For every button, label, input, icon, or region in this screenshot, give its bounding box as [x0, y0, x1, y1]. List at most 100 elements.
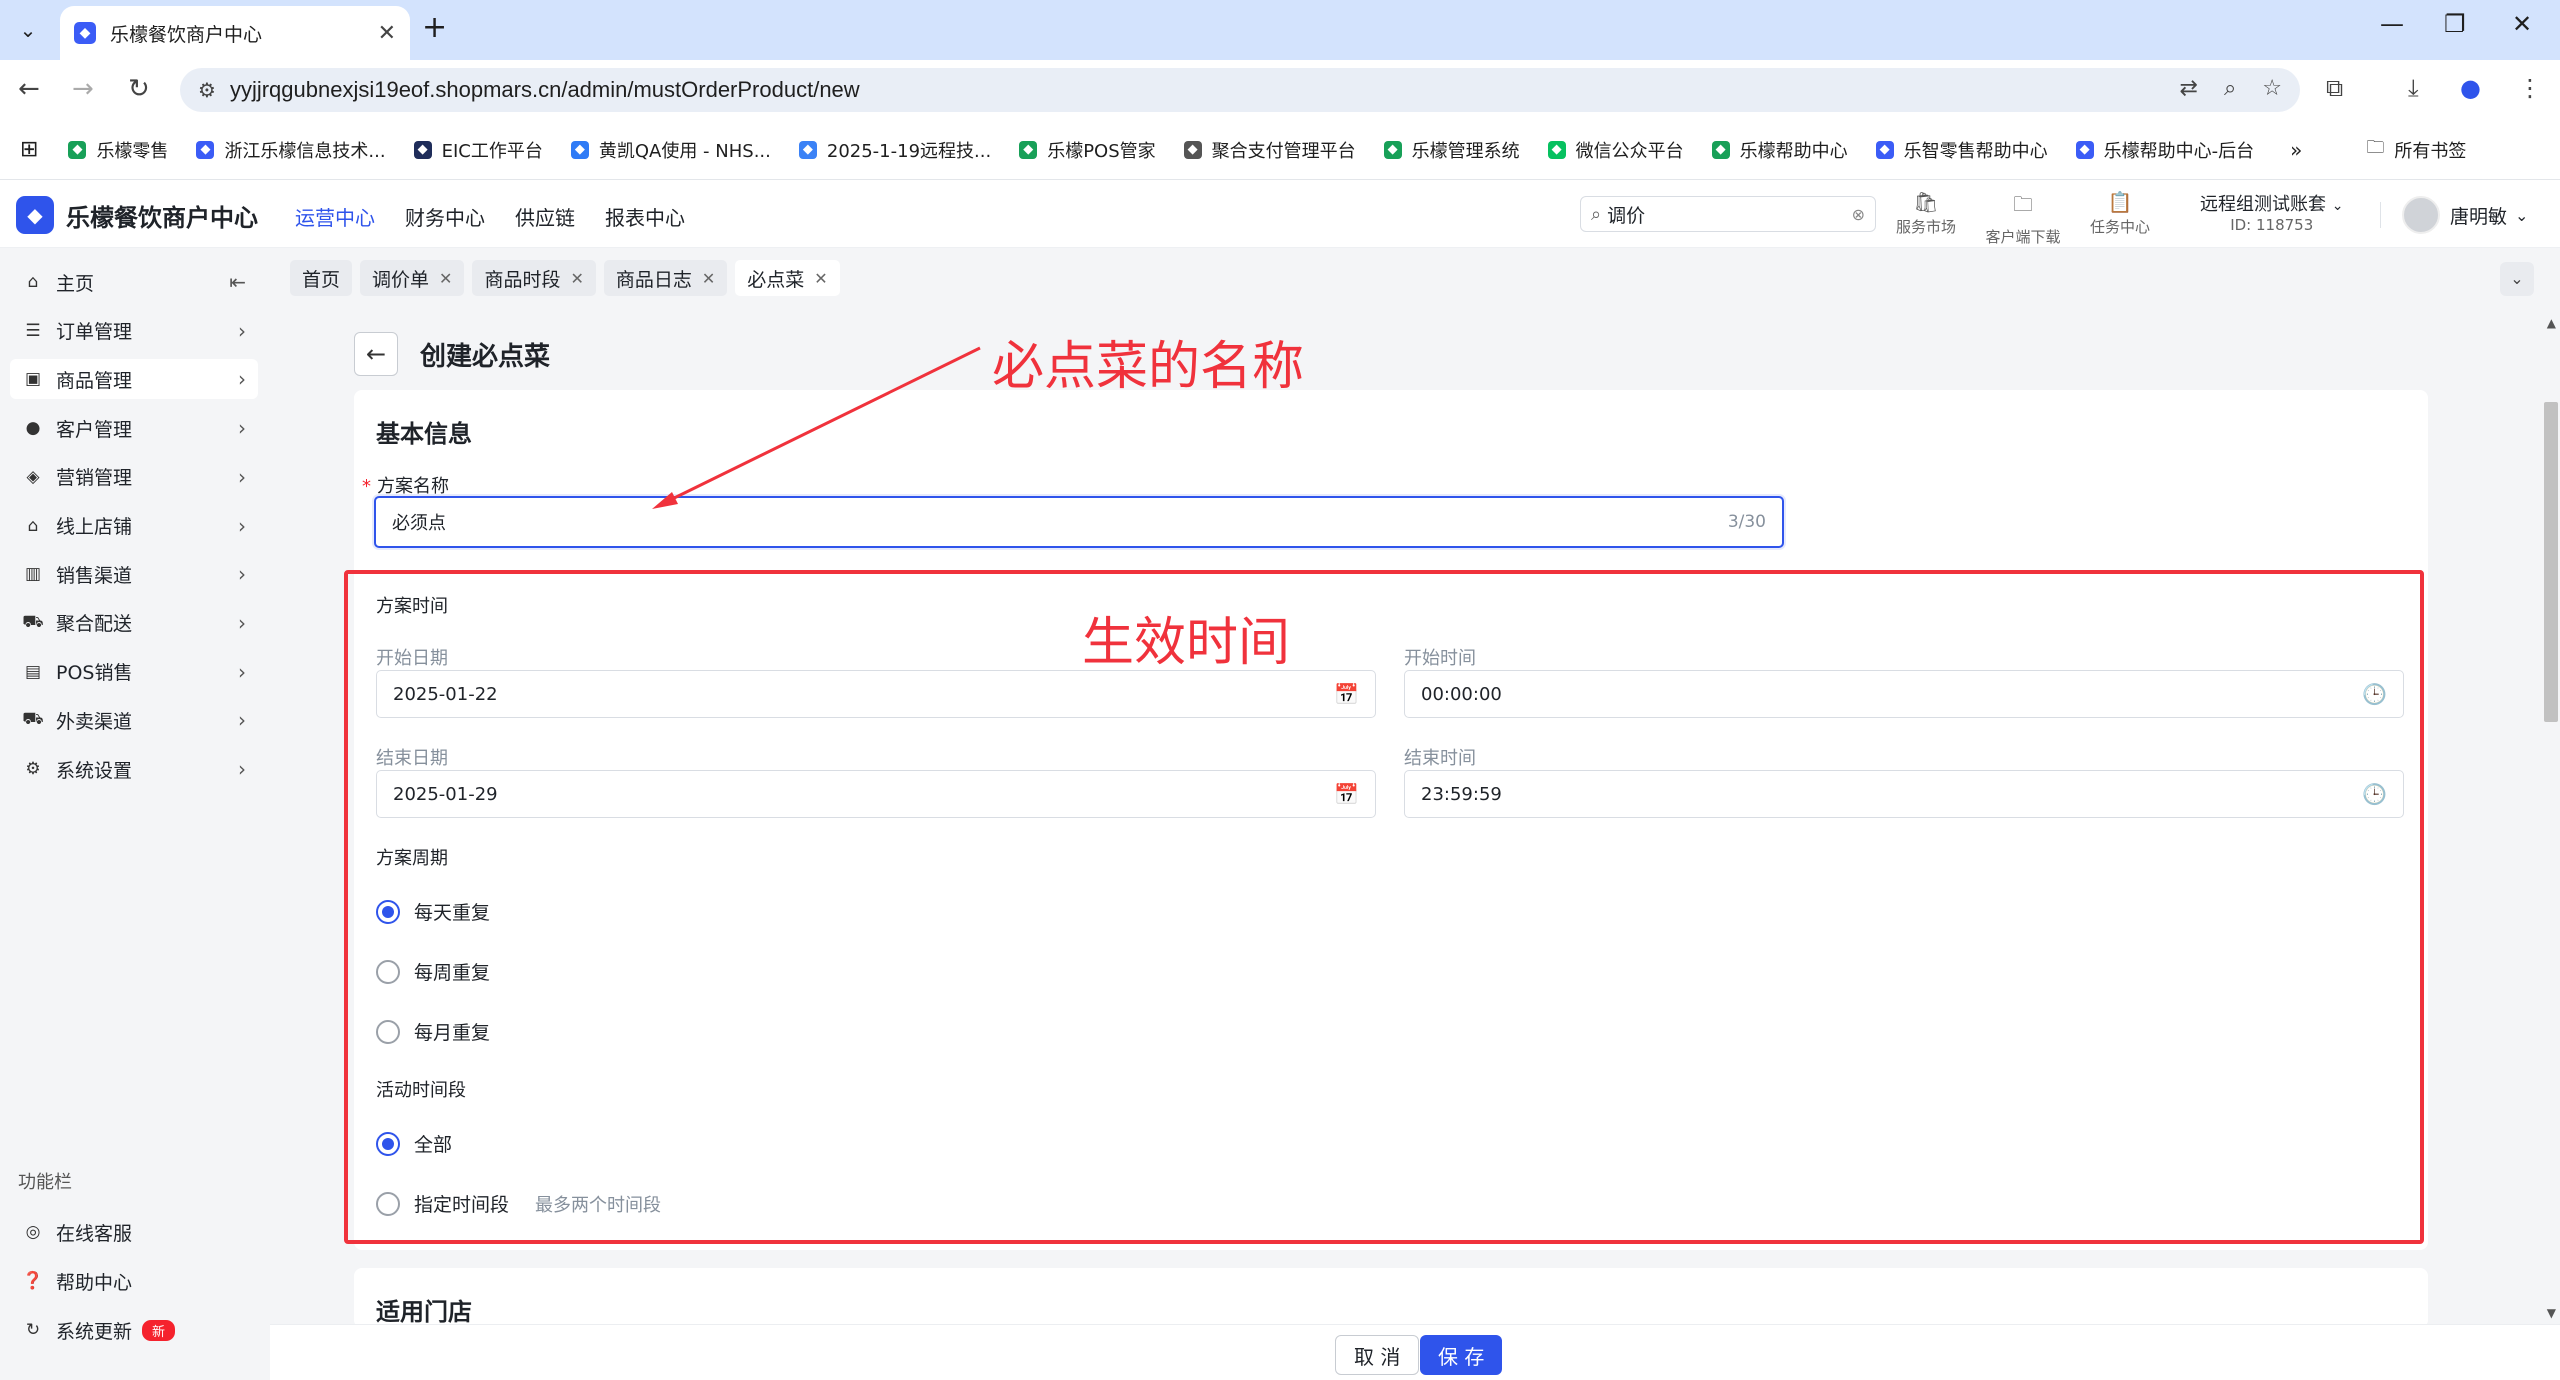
bookmark-favicon-icon: ◆	[570, 140, 589, 159]
headset-icon: ◎	[25, 1222, 41, 1242]
bookmark-favicon-icon: ◆	[68, 140, 87, 159]
truck-icon: ⛟	[22, 611, 44, 632]
profile-icon[interactable]: ●	[2460, 74, 2481, 102]
chevron-right-icon: ›	[238, 610, 246, 635]
top-nav-reports[interactable]: 报表中心	[605, 202, 685, 231]
extensions-icon[interactable]: ⧉	[2326, 74, 2343, 102]
forward-arrow-icon[interactable]: →	[72, 74, 94, 104]
function-bar-label: 功能栏	[18, 1172, 72, 1193]
account-id: ID: 118753	[2230, 216, 2314, 234]
bookmark-item[interactable]: ◆ 乐檬帮助中心-后台	[2075, 137, 2254, 163]
tag-icon: ◈	[26, 466, 40, 487]
chevron-down-icon: ⌄	[2515, 205, 2529, 225]
bookmark-item[interactable]: ◆ 乐檬帮助中心	[1711, 137, 1848, 163]
download-icon[interactable]: ⤓	[2408, 74, 2419, 102]
address-bar[interactable]: ⚙ yyjjrqgubnexjsi19eof.shopmars.cn/admin…	[180, 68, 2300, 112]
app-logo[interactable]: ◆ 乐檬餐饮商户中心	[16, 196, 258, 234]
back-arrow-icon[interactable]: ←	[18, 74, 40, 104]
bookmark-item[interactable]: ◆ 乐智零售帮助中心	[1875, 137, 2048, 163]
bookmark-item[interactable]: ◆ EIC工作平台	[413, 137, 543, 163]
window-close-icon[interactable]: ✕	[2512, 10, 2532, 38]
top-nav-operations[interactable]: 运营中心	[295, 202, 375, 231]
store-icon: ⌂	[27, 515, 39, 536]
top-nav-supply-chain[interactable]: 供应链	[515, 202, 575, 231]
bag-icon: 🛍	[1913, 190, 1939, 214]
client-download-button[interactable]: 🗀 客户端下载	[1983, 190, 2063, 247]
zoom-icon[interactable]: ⌕	[2224, 76, 2236, 101]
bookmark-favicon-icon: ◆	[1383, 140, 1402, 159]
bookmark-favicon-icon: ◆	[1875, 140, 1894, 159]
new-badge: 新	[142, 1319, 176, 1341]
chevron-right-icon: ›	[238, 757, 246, 781]
bookmark-favicon-icon: ◆	[1547, 140, 1566, 159]
product-icon: ▣	[24, 369, 42, 390]
account-switcher[interactable]: 远程组测试账套 ⌄ ID: 118753	[2200, 190, 2343, 234]
url-text[interactable]: yyjjrqgubnexjsi19eof.shopmars.cn/admin/m…	[230, 77, 860, 103]
sidebar-item-product[interactable]: ▣ 商品管理 ›	[10, 359, 258, 400]
clear-search-icon[interactable]: ⊗	[1852, 205, 1865, 224]
bookmark-favicon-icon: ◆	[1019, 140, 1038, 159]
bookmark-star-icon[interactable]: ☆	[2262, 76, 2282, 101]
sidebar-item-store[interactable]: ⌂ 线上店铺 ›	[10, 506, 258, 546]
bookmarks-overflow-icon[interactable]: »	[2290, 138, 2302, 162]
main-content: 首页 调价单 ✕ 商品时段 ✕ 商品日志 ✕ 必点菜 ✕ ⌄ ▲ ▼ ← 创建必点菜 基本信息 …	[270, 248, 2560, 1380]
gear-icon: ⚙	[25, 759, 41, 779]
sidebar-item-delivery[interactable]: ⛟ 外卖渠道 ›	[10, 700, 258, 740]
sidebar-item-user[interactable]: ● 客户管理 ›	[10, 408, 258, 448]
save-button[interactable]: 保 存	[1420, 1335, 1503, 1375]
more-menu-icon[interactable]: ⋮	[2518, 74, 2542, 102]
cancel-button[interactable]: 取 消	[1335, 1335, 1420, 1375]
task-center-button[interactable]: 📋 任务中心	[2080, 190, 2160, 237]
site-info-icon[interactable]: ⚙	[198, 78, 216, 102]
sidebar-item-pos[interactable]: ▤ POS销售 ›	[10, 652, 258, 692]
bookmark-item[interactable]: ◆ 乐檬管理系统	[1383, 137, 1520, 163]
browser-tab-title: 乐檬餐饮商户中心	[110, 23, 263, 46]
form-footer: 取 消 保 存	[270, 1324, 2560, 1380]
sidebar-item-truck[interactable]: ⛟ 聚合配送 ›	[10, 603, 258, 643]
sidebar-item-tag[interactable]: ◈ 营销管理 ›	[10, 457, 258, 497]
apps-grid-icon[interactable]: ⊞	[20, 137, 38, 162]
bookmark-item[interactable]: ◆ 2025-1-19远程技...	[798, 137, 991, 163]
bookmark-item[interactable]: ◆ 微信公众平台	[1547, 137, 1684, 163]
bookmark-item[interactable]: ◆ 浙江乐檬信息技术...	[196, 137, 386, 163]
tab-close-icon[interactable]: ✕	[378, 21, 396, 46]
bookmark-item[interactable]: ◆ 乐檬零售	[68, 137, 168, 163]
browser-tab-bar: ⌄ ◆ 乐檬餐饮商户中心 ✕ + — ❐ ✕	[0, 0, 2560, 60]
top-nav: 运营中心 财务中心 供应链 报表中心	[295, 202, 685, 231]
bookmark-favicon-icon: ◆	[413, 140, 432, 159]
minimize-icon[interactable]: —	[2380, 10, 2404, 38]
pos-icon: ▤	[24, 661, 42, 682]
collapse-sidebar-icon[interactable]: ⇤	[229, 270, 246, 294]
tab-search-icon[interactable]: ⌄	[10, 12, 46, 48]
bookmark-item[interactable]: ◆ 乐檬POS管家	[1019, 137, 1156, 163]
sidebar-item-order[interactable]: ☰ 订单管理 ›	[10, 311, 258, 351]
home-icon: ⌂	[27, 272, 39, 292]
sidebar-item-home[interactable]: ⌂ 主页 ⇤	[10, 262, 258, 302]
new-tab-icon[interactable]: +	[422, 10, 447, 45]
restore-icon[interactable]: ❐	[2444, 10, 2466, 38]
menu-search-input[interactable]: ⌕ 调价 ⊗	[1580, 196, 1876, 232]
chevron-right-icon: ›	[238, 513, 246, 538]
bookmark-item[interactable]: ◆ 黄凯QA使用 - NHS...	[570, 137, 771, 163]
sidebar-item-gear[interactable]: ⚙ 系统设置 ›	[10, 749, 258, 789]
service-market-button[interactable]: 🛍 服务市场	[1886, 190, 1966, 237]
all-bookmarks[interactable]: 🗀 所有书签	[2366, 135, 2466, 165]
sidebar-item-online-service[interactable]: ◎ 在线客服	[10, 1212, 258, 1252]
translate-icon[interactable]: ⇄	[2180, 76, 2198, 101]
avatar	[2402, 196, 2440, 234]
sidebar-item-help-center[interactable]: ❓ 帮助中心	[10, 1261, 258, 1301]
bookmark-item[interactable]: ◆ 聚合支付管理平台	[1183, 137, 1356, 163]
bookmarks-bar: ⊞ ◆ 乐檬零售 ◆ 浙江乐檬信息技术... ◆ EIC工作平台 ◆ 黄凯QA使用 - NHS…	[0, 120, 2560, 180]
sidebar-item-bank[interactable]: ▥ 销售渠道 ›	[10, 554, 258, 594]
browser-tab[interactable]: ◆ 乐檬餐饮商户中心 ✕	[60, 6, 410, 60]
user-name: 唐明敏	[2450, 205, 2508, 228]
annotation-time-note: 生效时间	[1082, 613, 1291, 673]
reload-icon[interactable]: ↻	[128, 74, 150, 104]
chevron-right-icon: ›	[238, 562, 246, 587]
help-icon: ❓	[22, 1271, 44, 1291]
user-menu[interactable]: 唐明敏 ⌄	[2402, 196, 2528, 234]
bookmark-favicon-icon: ◆	[1711, 140, 1730, 159]
sidebar-item-system-update[interactable]: ↻ 系统更新 新	[10, 1310, 258, 1350]
search-value[interactable]: 调价	[1607, 201, 1852, 228]
top-nav-finance[interactable]: 财务中心	[405, 202, 485, 231]
